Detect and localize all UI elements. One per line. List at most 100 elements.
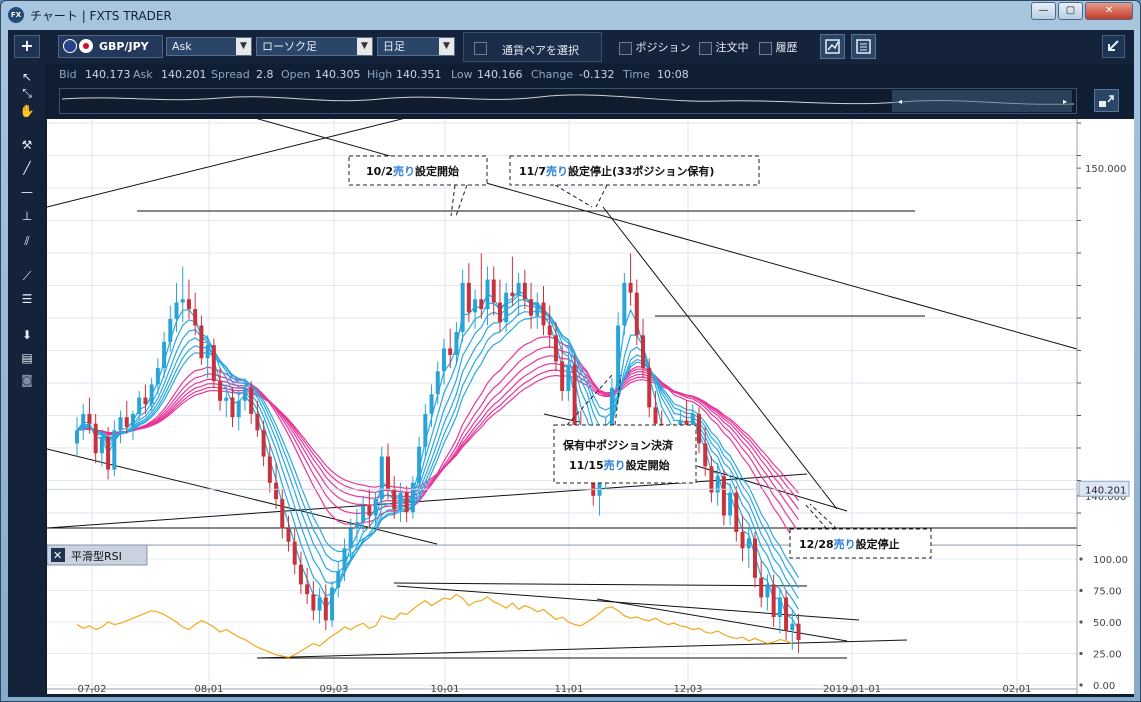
title-bar[interactable]: FX チャート | FXTS TRADER — ▢ ✕ [1, 1, 1140, 29]
candle-body [75, 430, 79, 444]
hammer-icon[interactable]: ⚒ [18, 136, 36, 154]
quote-bar: Bid 140.173 Ask 140.201 Spread 2.8 Open … [53, 65, 1053, 83]
indicator-tab[interactable]: ✕ 平滑型RSI [46, 544, 148, 566]
date-tick-label: 09-03 [319, 684, 348, 694]
candle-body [274, 482, 279, 500]
add-chart-button[interactable]: + [14, 35, 40, 58]
annotation-box: 11/7売り設定停止(33ポジション保有) [509, 155, 760, 186]
candle-body [765, 584, 770, 598]
zoom-fit-icon[interactable] [1094, 89, 1119, 112]
vertical-line-icon[interactable]: ⊥ [18, 207, 36, 225]
candle-body [249, 387, 254, 414]
candle-body [205, 345, 210, 359]
candle-body [479, 299, 484, 310]
annotation-sell-word: 売り [834, 537, 856, 551]
candle-body [81, 413, 86, 431]
candle-body [516, 282, 521, 296]
hand-icon[interactable]: ✋ [18, 102, 36, 120]
candle-body [423, 413, 428, 447]
candle-body [286, 528, 291, 542]
timeframe-select[interactable]: 日足 ▼ [377, 37, 455, 56]
chart-settings-icon[interactable] [820, 34, 845, 59]
annotation-text: 設定停止 [856, 537, 900, 551]
list-icon[interactable]: ▤ [18, 349, 36, 367]
candle-body [93, 423, 98, 454]
close-button[interactable]: ✕ [1085, 2, 1133, 20]
svg-text:▸: ▸ [1063, 97, 1067, 106]
history-toggle[interactable]: 履歴 [759, 39, 798, 55]
chevron-down-icon: ▼ [439, 38, 454, 55]
horizontal-line-icon[interactable]: — [18, 183, 36, 201]
jpy-flag-icon [79, 39, 93, 53]
candle-body [361, 505, 366, 523]
candle-body [529, 299, 534, 316]
date-tick-label: 2019-01-01 [823, 684, 881, 694]
rsi-tick [1079, 651, 1083, 656]
price-chart[interactable]: 150.000 140.000 140.201 100.00 75.00 50.00 25.… [46, 108, 1134, 695]
high-value: 140.351 [396, 68, 442, 81]
candle-body [547, 325, 552, 336]
chart-type-select[interactable]: ローソク足 ▼ [256, 37, 373, 56]
fibonacci-icon[interactable]: ☰ [18, 290, 36, 308]
position-toggle[interactable]: ポジション [619, 39, 691, 55]
navigator-window[interactable] [892, 90, 1072, 112]
svg-text:11/7売り設定停止(33ポジション保有): 11/7売り設定停止(33ポジション保有) [519, 164, 714, 178]
candle-body [199, 325, 204, 359]
close-indicator-icon[interactable]: ✕ [53, 549, 62, 562]
candle-body [404, 492, 409, 513]
candle-body [790, 623, 795, 631]
rsi-tick-label: 25.00 [1093, 650, 1122, 661]
position-checkbox [619, 41, 632, 55]
gbp-flag-icon [63, 39, 77, 53]
date-tick-label: 11-01 [554, 684, 583, 694]
navigator-strip[interactable]: ◂ ▸ [59, 88, 1077, 114]
candle-body [466, 282, 471, 313]
candle-body [149, 384, 154, 405]
candle-body [752, 538, 757, 578]
camera-icon[interactable]: ◙ [18, 371, 36, 389]
candle-body [560, 361, 565, 391]
price-type-select[interactable]: Ask ▼ [166, 37, 252, 56]
candle-body [740, 531, 745, 549]
crosshair-cursor-icon[interactable]: ⤡ [18, 84, 36, 102]
symbol-button[interactable]: GBP/JPY [58, 35, 163, 58]
rsi-tick-label: 75.00 [1093, 587, 1122, 598]
candle-body [155, 368, 160, 385]
time-label: Time [623, 68, 650, 81]
layout-icon[interactable] [851, 34, 876, 59]
candle-body [728, 492, 733, 516]
candle-body [553, 335, 558, 362]
candle-body [218, 381, 223, 401]
low-label: Low [451, 68, 473, 81]
high-label: High [367, 68, 393, 81]
download-icon[interactable]: ⬇ [18, 326, 36, 344]
low-value: 140.166 [477, 68, 523, 81]
candle-body [261, 430, 266, 457]
maximize-button[interactable]: ▢ [1058, 2, 1083, 20]
spread-value: 2.8 [256, 68, 274, 81]
candle-body [535, 302, 540, 316]
candle-body [137, 397, 142, 414]
candle-body [354, 522, 359, 529]
candle-body [242, 387, 247, 401]
candle-body [186, 299, 191, 310]
trendline-icon[interactable]: ╱ [18, 159, 36, 177]
rsi-tick-label: 100.00 [1093, 555, 1128, 566]
detach-icon[interactable] [1102, 35, 1125, 58]
candle-body [348, 528, 353, 549]
rsi-tick-label: 50.00 [1093, 618, 1122, 629]
price-axis [1077, 119, 1134, 694]
candle-body [118, 417, 123, 431]
fan-icon[interactable]: ⟋ [18, 267, 36, 285]
candle-body [715, 476, 720, 493]
pair-select-button[interactable]: 通貨ペアを選択 [463, 32, 602, 62]
candle-body [174, 302, 179, 319]
candle-body [267, 456, 272, 483]
candle-body [311, 594, 316, 611]
orders-toggle[interactable]: 注文中 [699, 39, 749, 55]
channel-icon[interactable]: ⫽ [18, 232, 36, 250]
candle-body [298, 564, 303, 585]
candle-body [99, 436, 104, 454]
candle-body [180, 299, 185, 303]
minimize-button[interactable]: — [1031, 2, 1056, 20]
